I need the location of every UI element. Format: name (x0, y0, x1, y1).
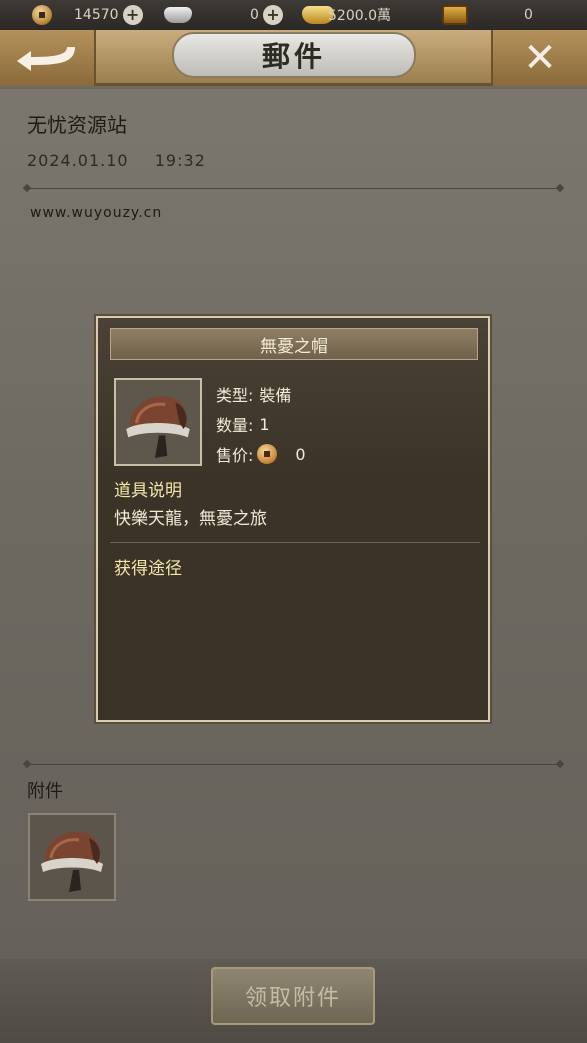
add-coin-plus-icon[interactable]: + (122, 5, 143, 25)
mail-body: www.wuyouzy.cn (30, 205, 163, 221)
claim-attachment-button[interactable]: 领取附件 (211, 967, 375, 1025)
silver-currency: 0 + (164, 0, 283, 30)
coin-icon (257, 444, 278, 464)
item-tooltip: 無憂之帽 类型: 裝備 数量: 1 售价: 0 道具说明 快樂天龍，無憂之旅 获… (96, 316, 490, 722)
attachment-slot[interactable] (28, 813, 116, 901)
item-price-label: 售价: (216, 446, 254, 465)
close-button[interactable]: ✕ (491, 30, 587, 86)
coin-icon (32, 5, 52, 25)
chest-currency: 0 (442, 0, 533, 30)
currency-bar: 14570 + 0 + 5200.0萬 0 (0, 0, 587, 30)
mail-header: 郵件 ✕ (0, 30, 587, 86)
gold-currency: 5200.0萬 (302, 0, 391, 30)
attachment-label: 附件 (27, 781, 63, 802)
item-price-value: 0 (295, 444, 306, 464)
header-divider (27, 188, 560, 189)
silver-amount: 0 (250, 7, 259, 23)
popup-divider (110, 542, 480, 543)
treasure-chest-icon (442, 5, 468, 25)
coin-currency: 14570 + (32, 0, 143, 30)
item-type-value: 裝備 (259, 386, 292, 405)
attachment-divider (27, 764, 560, 765)
item-type-label: 类型: (216, 386, 254, 405)
page-title-text: 郵件 (261, 40, 326, 73)
item-qty-row: 数量: 1 (216, 412, 270, 436)
silver-ingot-icon (164, 7, 192, 23)
mail-datetime: 2024.01.10 19:32 (27, 151, 206, 170)
add-silver-plus-icon[interactable]: + (262, 5, 283, 25)
item-description-heading: 道具说明 (114, 481, 182, 501)
item-type-row: 类型: 裝備 (216, 382, 291, 406)
item-qty-value: 1 (259, 414, 270, 434)
hat-item-icon (41, 831, 103, 892)
item-qty-label: 数量: (216, 416, 254, 435)
back-arrow-icon (17, 47, 75, 71)
close-icon: ✕ (523, 35, 557, 81)
hat-item-icon (126, 396, 190, 458)
mail-sender: 无忧资源站 (27, 113, 127, 137)
item-name: 無憂之帽 (260, 336, 328, 357)
claim-attachment-label: 领取附件 (244, 986, 341, 1011)
item-icon-frame (114, 378, 202, 466)
back-button[interactable] (0, 30, 96, 86)
item-price-row: 售价: 0 (216, 442, 306, 466)
mail-time: 19:32 (154, 151, 206, 170)
chest-amount: 0 (524, 7, 533, 23)
item-name-bar: 無憂之帽 (110, 328, 478, 360)
coin-amount: 14570 (74, 7, 119, 23)
item-source-heading: 获得途径 (114, 559, 182, 579)
item-description-text: 快樂天龍，無憂之旅 (114, 509, 267, 529)
gold-amount: 5200.0萬 (328, 8, 391, 24)
mail-date: 2024.01.10 (27, 151, 129, 170)
page-title: 郵件 (172, 32, 416, 78)
